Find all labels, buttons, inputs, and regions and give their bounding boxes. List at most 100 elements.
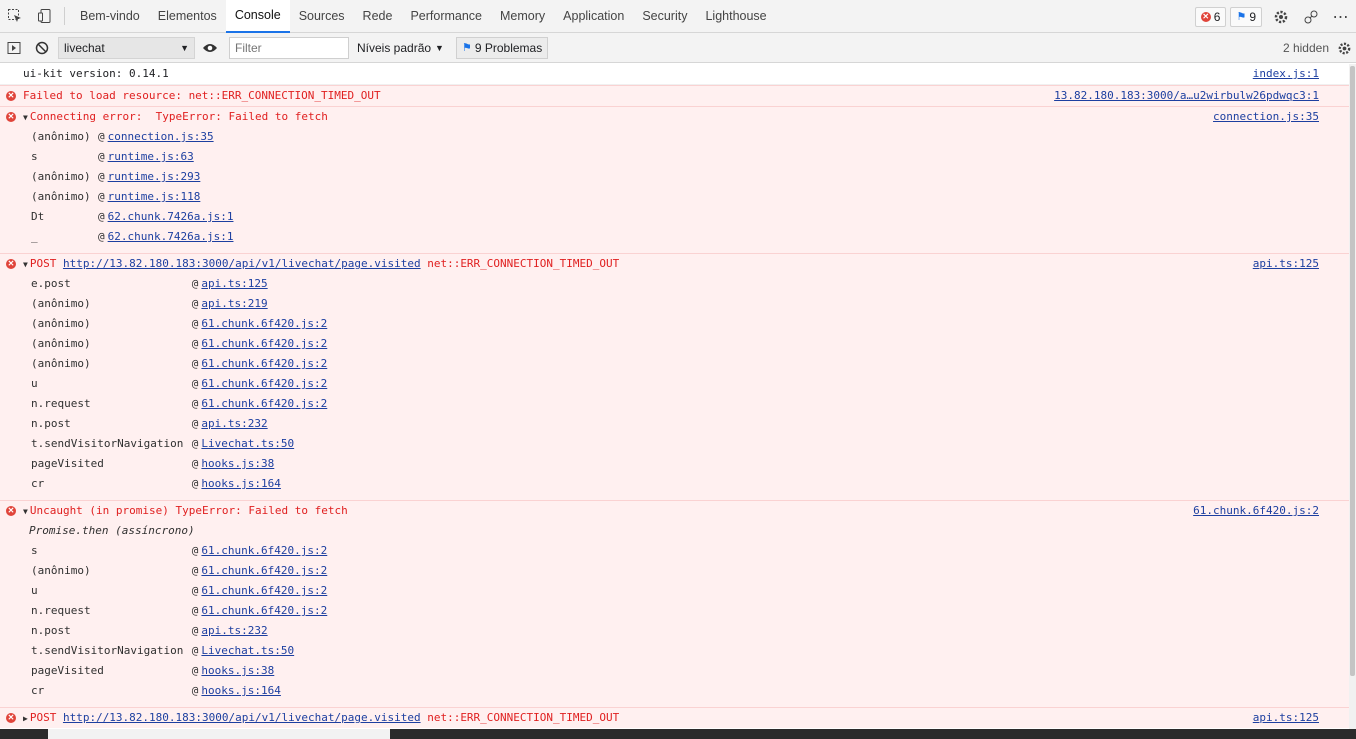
context-selector[interactable]: livechat ▼ bbox=[58, 36, 195, 59]
stack-frame-link[interactable]: 62.chunk.7426a.js:1 bbox=[108, 230, 234, 243]
stack-frame-link[interactable]: api.ts:219 bbox=[201, 297, 267, 310]
stack-frame-link[interactable]: 61.chunk.6f420.js:2 bbox=[201, 377, 327, 390]
stack-frame: n.post @ api.ts:232 bbox=[0, 414, 1349, 434]
tab-application[interactable]: Application bbox=[554, 0, 633, 33]
console-scrollbar-thumb[interactable] bbox=[1350, 66, 1355, 676]
stack-frame-function: pageVisited bbox=[31, 664, 104, 677]
stack-frame-at: @ bbox=[98, 170, 105, 183]
stack-frame-link[interactable]: hooks.js:38 bbox=[201, 664, 274, 677]
stack-frame-at: @ bbox=[191, 644, 199, 657]
tab-lighthouse[interactable]: Lighthouse bbox=[696, 0, 775, 33]
expand-triangle-down-icon[interactable]: ▼ bbox=[23, 502, 28, 522]
stack-frame-function: (anônimo) bbox=[31, 357, 91, 370]
problems-button[interactable]: ⚑ 9 Problemas bbox=[455, 36, 549, 59]
taskbar-search-box[interactable] bbox=[48, 729, 390, 739]
stack-frame-at: @ bbox=[191, 604, 199, 617]
stack-frame: _ @62.chunk.7426a.js:1 bbox=[0, 227, 1349, 247]
more-options-icon[interactable]: ⋯ bbox=[1326, 0, 1356, 33]
stack-frame-link[interactable]: 61.chunk.6f420.js:2 bbox=[201, 397, 327, 410]
stack-frame-function: (anônimo) bbox=[31, 190, 91, 203]
request-url-link[interactable]: http://13.82.180.183:3000/api/v1/livecha… bbox=[63, 711, 421, 724]
source-location-link[interactable]: api.ts:125 bbox=[1253, 708, 1319, 728]
stack-frame-at: @ bbox=[191, 357, 199, 370]
error-count: 6 bbox=[1213, 9, 1221, 24]
tab-sources[interactable]: Sources bbox=[290, 0, 354, 33]
console-message: ✕ Failed to load resource: net::ERR_CONNE… bbox=[0, 85, 1349, 106]
expand-triangle-down-icon[interactable]: ▼ bbox=[23, 255, 28, 275]
stack-frame-function: n.post bbox=[31, 624, 71, 637]
issue-count-badge[interactable]: ⚑ 9 bbox=[1230, 6, 1262, 27]
error-icon: ✕ bbox=[6, 259, 16, 269]
source-location-link[interactable]: index.js:1 bbox=[1253, 64, 1319, 84]
stack-frame-at: @ bbox=[191, 684, 199, 697]
filter-input[interactable] bbox=[229, 36, 349, 59]
request-url-link[interactable]: http://13.82.180.183:3000/api/v1/livecha… bbox=[63, 257, 421, 270]
live-expression-eye-icon[interactable] bbox=[197, 33, 223, 63]
stack-frame-link[interactable]: 61.chunk.6f420.js:2 bbox=[201, 544, 327, 557]
console-settings-gear-icon[interactable] bbox=[1332, 33, 1356, 63]
stack-frame-link[interactable]: 61.chunk.6f420.js:2 bbox=[201, 357, 327, 370]
stack-frame-link[interactable]: runtime.js:118 bbox=[108, 190, 201, 203]
source-location-link[interactable]: 61.chunk.6f420.js:2 bbox=[1193, 501, 1319, 521]
stack-frame-at: @ bbox=[191, 584, 199, 597]
log-levels-dropdown[interactable]: Níveis padrão ▼ bbox=[357, 41, 444, 55]
console-message-line[interactable]: ✕ ▼ Connecting error: TypeError: Failed to… bbox=[0, 107, 1349, 127]
stack-frame-at: @ bbox=[191, 477, 199, 490]
stack-frame-at: @ bbox=[191, 664, 199, 677]
tab-performance[interactable]: Performance bbox=[401, 0, 491, 33]
error-count-badge[interactable]: ✕ 6 bbox=[1194, 6, 1227, 27]
stack-frame-link[interactable]: runtime.js:63 bbox=[108, 150, 194, 163]
expand-triangle-down-icon[interactable]: ▼ bbox=[23, 108, 28, 128]
console-toolbar: livechat ▼ Níveis padrão ▼ ⚑ 9 Problemas… bbox=[0, 33, 1356, 63]
stack-frame: (anônimo) @61.chunk.6f420.js:2 bbox=[0, 354, 1349, 374]
stack-frame-link[interactable]: 61.chunk.6f420.js:2 bbox=[201, 584, 327, 597]
stack-frame-link[interactable]: 61.chunk.6f420.js:2 bbox=[201, 564, 327, 577]
tab-console[interactable]: Console bbox=[225, 0, 290, 33]
stack-frame-link[interactable]: Livechat.ts:50 bbox=[201, 644, 294, 657]
stack-frame-function: s bbox=[31, 150, 38, 163]
console-message-line: ✕ ▶ POST http://13.82.180.183:3000/api/v1/… bbox=[0, 708, 1349, 728]
show-sidebar-icon[interactable] bbox=[0, 33, 28, 63]
error-icon: ✕ bbox=[6, 506, 16, 516]
source-location-link[interactable]: connection.js:35 bbox=[1213, 107, 1319, 127]
clear-console-icon[interactable] bbox=[28, 33, 56, 63]
stack-frame-link[interactable]: 61.chunk.6f420.js:2 bbox=[201, 317, 327, 330]
tab-memory[interactable]: Memory bbox=[491, 0, 554, 33]
stack-frame-link[interactable]: api.ts:232 bbox=[201, 624, 267, 637]
tab-security[interactable]: Security bbox=[633, 0, 696, 33]
source-location-link[interactable]: api.ts:125 bbox=[1253, 254, 1319, 274]
stack-frame-function: (anônimo) bbox=[31, 337, 91, 350]
inspect-element-icon[interactable] bbox=[0, 0, 30, 33]
stack-frame-link[interactable]: 62.chunk.7426a.js:1 bbox=[108, 210, 234, 223]
stack-frame: u @61.chunk.6f420.js:2 bbox=[0, 374, 1349, 394]
stack-frame-at: @ bbox=[191, 297, 199, 310]
stack-frame-link[interactable]: hooks.js:164 bbox=[201, 477, 280, 490]
stack-frame-at: @ bbox=[191, 457, 199, 470]
stack-frame-at: @ bbox=[191, 417, 199, 430]
console-message-line[interactable]: ✕ ▼ POST http://13.82.180.183:3000/api/v1/… bbox=[0, 254, 1349, 274]
stack-frame-link[interactable]: hooks.js:38 bbox=[201, 457, 274, 470]
source-location-link[interactable]: 13.82.180.183:3000/a…u2wirbulw26pdwqc3:1 bbox=[1054, 86, 1319, 106]
tab-bem-vindo[interactable]: Bem-vindo bbox=[71, 0, 149, 33]
tab-rede[interactable]: Rede bbox=[354, 0, 402, 33]
stack-frame-function: (anônimo) bbox=[31, 297, 91, 310]
settings-gear-icon[interactable] bbox=[1266, 0, 1296, 33]
device-emulation-icon[interactable] bbox=[30, 0, 60, 33]
stack-frame-link[interactable]: 61.chunk.6f420.js:2 bbox=[201, 604, 327, 617]
stack-frame-link[interactable]: runtime.js:293 bbox=[108, 170, 201, 183]
stack-frame-link[interactable]: 61.chunk.6f420.js:2 bbox=[201, 337, 327, 350]
message-text: Connecting error: TypeError: Failed to f… bbox=[29, 110, 328, 123]
stack-frame-link[interactable]: hooks.js:164 bbox=[201, 684, 280, 697]
stack-frame-link[interactable]: connection.js:35 bbox=[108, 130, 214, 143]
stack-frame: pageVisited @ hooks.js:38 bbox=[0, 454, 1349, 474]
stack-frame-at: @ bbox=[98, 130, 105, 143]
connect-device-icon[interactable] bbox=[1296, 0, 1326, 33]
tab-elementos[interactable]: Elementos bbox=[149, 0, 226, 33]
stack-frame-link[interactable]: api.ts:125 bbox=[201, 277, 267, 290]
stack-frame-link[interactable]: Livechat.ts:50 bbox=[201, 437, 294, 450]
stack-frame-link[interactable]: api.ts:232 bbox=[201, 417, 267, 430]
console-message-line[interactable]: ✕ ▼ Uncaught (in promise) TypeError: Faile… bbox=[0, 501, 1349, 521]
stack-frame: (anônimo) @61.chunk.6f420.js:2 bbox=[0, 561, 1349, 581]
stack-frame: pageVisited @ hooks.js:38 bbox=[0, 661, 1349, 681]
expand-triangle-right-icon[interactable]: ▶ bbox=[23, 709, 28, 729]
